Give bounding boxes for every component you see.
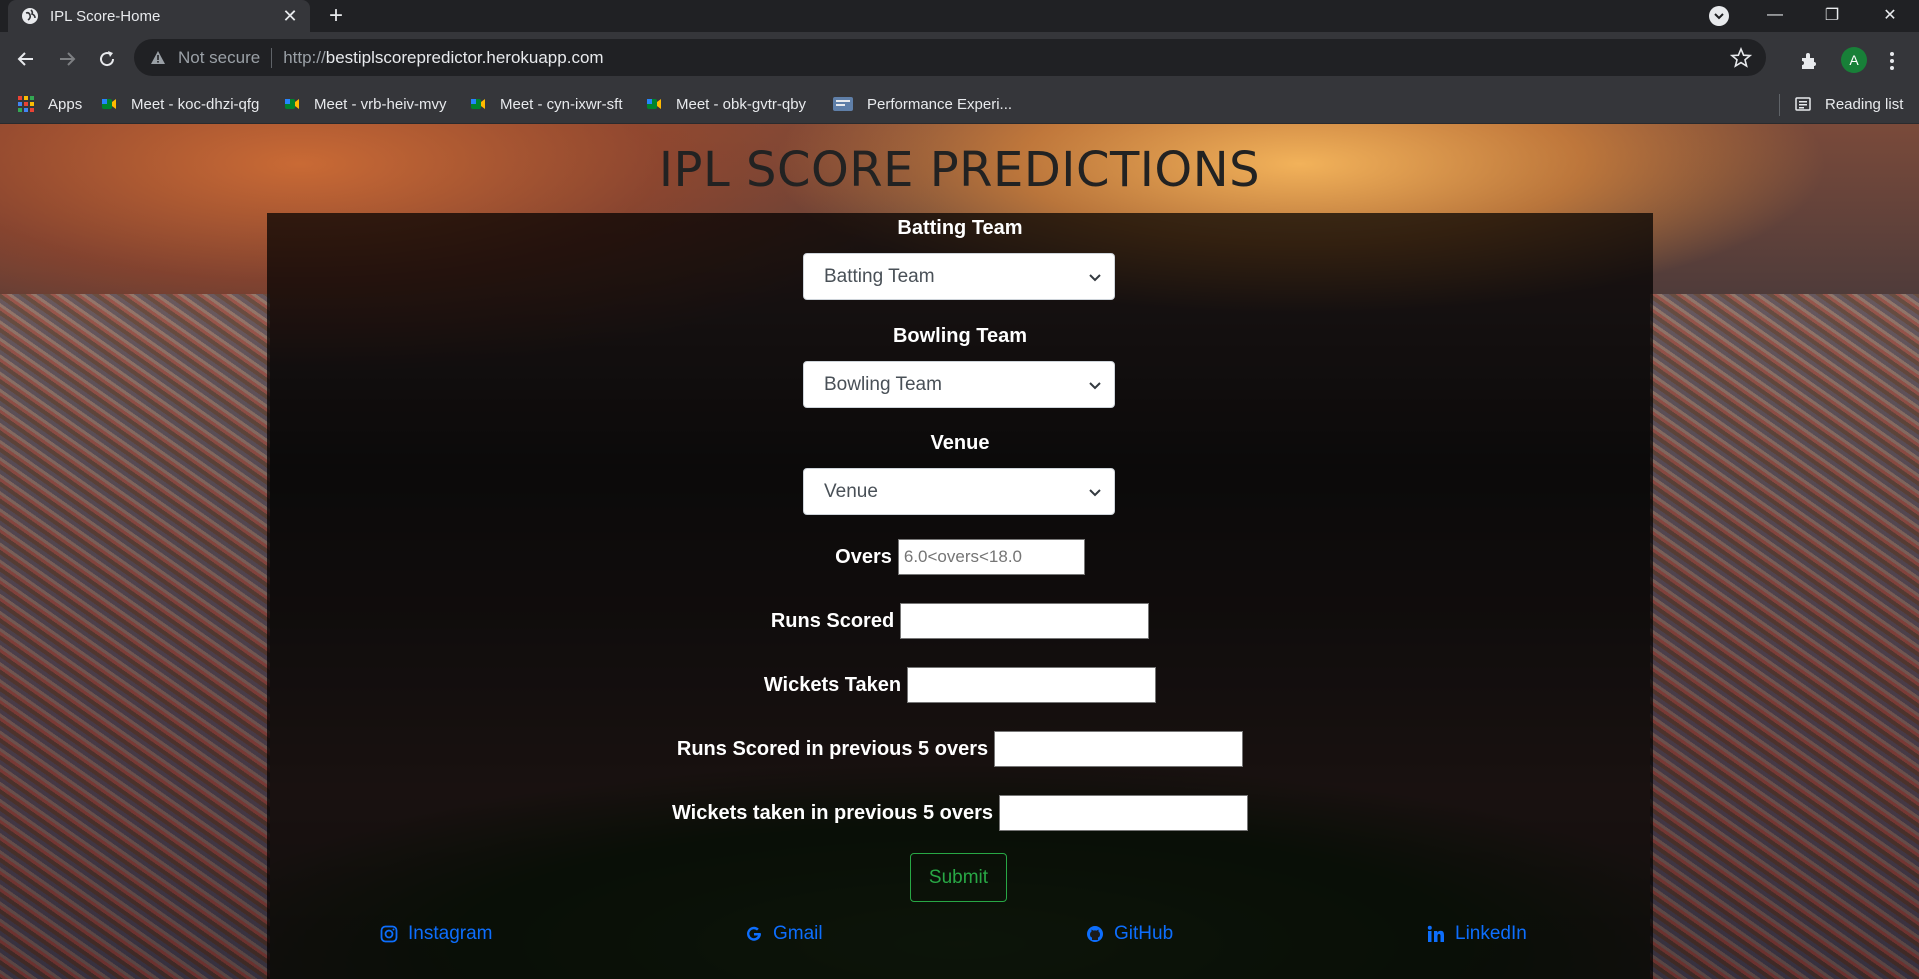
- bowling-team-label: Bowling Team: [892, 325, 1028, 347]
- reading-list-button[interactable]: Reading list: [1795, 92, 1903, 116]
- reload-button[interactable]: [92, 44, 122, 74]
- globe-icon: [22, 8, 38, 24]
- bookmark-label: Meet - obk-gvtr-qby: [676, 95, 807, 113]
- instagram-icon: [380, 925, 398, 943]
- batting-team-selected: Batting Team: [824, 265, 935, 287]
- restore-window-button[interactable]: ❐: [1809, 0, 1855, 30]
- bookmark-meet-2[interactable]: Meet - vrb-heiv-mvy: [284, 92, 447, 116]
- wickets-prev5-label: Wickets taken in previous 5 overs: [671, 801, 994, 824]
- url-text: http://bestiplscorepredictor.herokuapp.c…: [283, 47, 604, 67]
- github-link[interactable]: GitHub: [1086, 919, 1173, 949]
- omnibox-divider: [271, 47, 273, 68]
- gmail-link[interactable]: Gmail: [745, 919, 823, 949]
- new-tab-button[interactable]: +: [322, 2, 350, 30]
- bookmark-meet-4[interactable]: Meet - obk-gvtr-qby: [646, 92, 806, 116]
- bookmarks-bar: Apps Meet - koc-dhzi-qfg Meet - vrb-heiv…: [0, 84, 1919, 124]
- google-icon: [747, 926, 761, 941]
- close-tab-icon[interactable]: ✕: [280, 6, 300, 27]
- not-secure-label: Not secure: [178, 47, 261, 67]
- minimize-window-button[interactable]: —: [1752, 0, 1798, 30]
- tab-search-icon[interactable]: [1709, 6, 1729, 26]
- chevron-down-icon: [1089, 273, 1101, 281]
- bowling-team-selected: Bowling Team: [824, 373, 942, 395]
- wickets-prev5-row: Wickets taken in previous 5 overs: [267, 795, 1653, 831]
- linkedin-link-label: LinkedIn: [1455, 923, 1527, 944]
- google-meet-icon: [285, 99, 299, 109]
- tab-title: IPL Score-Home: [50, 7, 161, 25]
- extensions-puzzle-icon[interactable]: [1798, 50, 1820, 72]
- runs-scored-row: Runs Scored: [267, 603, 1653, 639]
- chevron-down-icon: [1089, 381, 1101, 389]
- overs-label: Overs: [835, 545, 892, 568]
- wickets-prev5-input[interactable]: [999, 795, 1249, 831]
- arrow-left-icon: [17, 52, 33, 66]
- bookmarks-divider: [1779, 94, 1780, 116]
- gt-logo-icon: [833, 97, 853, 111]
- apps-grid-icon: [18, 96, 34, 112]
- bookmark-meet-3[interactable]: Meet - cyn-ixwr-sft: [470, 92, 623, 116]
- tab-ipl-score-home[interactable]: IPL Score-Home ✕: [8, 0, 310, 32]
- stadium-crowd-background: [0, 294, 270, 979]
- bookmark-label: Apps: [48, 95, 83, 113]
- venue-selected: Venue: [824, 480, 878, 502]
- batting-team-select[interactable]: Batting Team: [803, 253, 1115, 300]
- google-meet-icon: [647, 99, 661, 109]
- wickets-taken-label: Wickets Taken: [763, 673, 902, 696]
- page-content: IPL SCORE PREDICTIONS Batting Team Batti…: [0, 124, 1919, 979]
- venue-select[interactable]: Venue: [803, 468, 1115, 515]
- reading-list-label: Reading list: [1825, 95, 1904, 113]
- runs-scored-label: Runs Scored: [770, 609, 895, 632]
- browser-toolbar: Not secure http://bestiplscorepredictor.…: [0, 32, 1919, 90]
- submit-button[interactable]: Submit: [910, 853, 1007, 902]
- runs-prev5-input[interactable]: [994, 731, 1244, 767]
- back-button[interactable]: [11, 44, 41, 74]
- runs-scored-input[interactable]: [900, 603, 1150, 639]
- prediction-form: Batting Team Batting Team Bowling Team B…: [267, 213, 1653, 979]
- reading-list-icon: [1795, 97, 1811, 111]
- warning-icon: [151, 50, 165, 64]
- linkedin-link[interactable]: LinkedIn: [1427, 919, 1527, 949]
- bookmark-star-icon[interactable]: [1730, 47, 1752, 69]
- chevron-down-icon: [1089, 488, 1101, 496]
- close-window-button[interactable]: ✕: [1867, 0, 1913, 30]
- overs-row: Overs 6.0<overs<18.0: [267, 539, 1653, 575]
- overs-placeholder: 6.0<overs<18.0: [903, 547, 1023, 566]
- instagram-link-label: Instagram: [408, 923, 493, 944]
- venue-label: Venue: [930, 432, 990, 454]
- stadium-crowd-background: [1650, 294, 1919, 979]
- runs-prev5-row: Runs Scored in previous 5 overs: [267, 731, 1653, 767]
- google-meet-icon: [471, 99, 485, 109]
- bookmark-label: Meet - vrb-heiv-mvy: [314, 95, 447, 113]
- google-meet-icon: [102, 99, 116, 109]
- bookmark-apps[interactable]: Apps: [18, 92, 82, 116]
- linkedin-icon: [1427, 925, 1444, 942]
- wickets-taken-input[interactable]: [907, 667, 1157, 703]
- github-icon: [1087, 926, 1103, 942]
- tab-strip: IPL Score-Home ✕ + — ❐ ✕: [0, 0, 1919, 32]
- bookmark-meet-1[interactable]: Meet - koc-dhzi-qfg: [101, 92, 259, 116]
- bookmark-performance[interactable]: Performance Experi...: [833, 92, 1012, 116]
- bookmark-label: Meet - cyn-ixwr-sft: [500, 95, 623, 113]
- page-title: IPL SCORE PREDICTIONS: [658, 142, 1261, 198]
- gmail-link-label: Gmail: [773, 923, 823, 944]
- arrow-right-icon: [60, 52, 76, 66]
- reload-icon: [100, 51, 115, 67]
- kebab-menu-icon[interactable]: [1882, 50, 1902, 72]
- bookmark-label: Meet - koc-dhzi-qfg: [131, 95, 260, 113]
- wickets-taken-row: Wickets Taken: [267, 667, 1653, 703]
- runs-prev5-label: Runs Scored in previous 5 overs: [676, 737, 989, 760]
- bowling-team-select[interactable]: Bowling Team: [803, 361, 1115, 408]
- forward-button[interactable]: [52, 44, 82, 74]
- batting-team-label: Batting Team: [897, 217, 1023, 239]
- address-bar[interactable]: Not secure http://bestiplscorepredictor.…: [134, 39, 1766, 76]
- bookmark-label: Performance Experi...: [867, 95, 1013, 113]
- overs-input[interactable]: 6.0<overs<18.0: [897, 539, 1085, 575]
- github-link-label: GitHub: [1114, 923, 1174, 944]
- profile-avatar[interactable]: A: [1841, 47, 1867, 73]
- instagram-link[interactable]: Instagram: [380, 919, 492, 949]
